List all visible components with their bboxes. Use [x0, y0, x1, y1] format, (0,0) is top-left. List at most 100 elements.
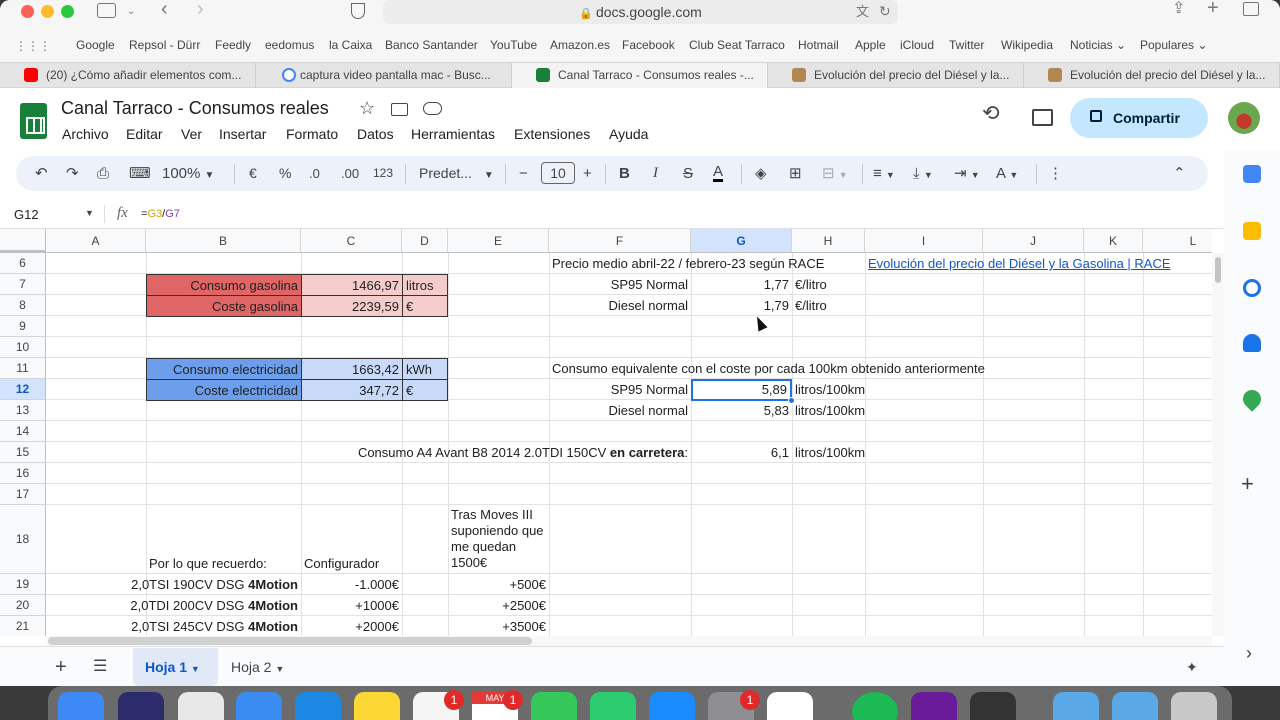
- safari-icon[interactable]: [295, 692, 341, 720]
- zoom-window-button[interactable]: [61, 5, 74, 18]
- bookmark-santander[interactable]: Banco Santander: [385, 38, 478, 52]
- cell-d8[interactable]: €: [402, 295, 448, 317]
- select-all-corner[interactable]: [0, 229, 46, 253]
- reload-icon[interactable]: ↻: [879, 3, 891, 19]
- cell-c8[interactable]: 2239,59: [301, 295, 403, 317]
- borders-icon[interactable]: ⊞: [789, 165, 802, 182]
- cell-e19[interactable]: +500€: [448, 574, 549, 595]
- redo-icon[interactable]: ↷: [66, 165, 79, 182]
- cell-b8[interactable]: Coste gasolina: [146, 295, 302, 317]
- cell-e20[interactable]: +2500€: [448, 595, 549, 616]
- cell-f11[interactable]: Consumo equivalente con el coste por cad…: [549, 358, 988, 379]
- contacts-icon[interactable]: [1243, 334, 1261, 352]
- cell-b12[interactable]: Coste electricidad: [146, 379, 302, 401]
- bookmark-noticias[interactable]: Noticias ⌄: [1070, 38, 1126, 52]
- col-header-k[interactable]: K: [1084, 229, 1143, 253]
- bookmark-apple[interactable]: Apple: [855, 38, 886, 52]
- tasks-icon[interactable]: [1243, 279, 1261, 297]
- grid-icon[interactable]: ⋮⋮⋮: [15, 38, 51, 54]
- menu-extensiones[interactable]: Extensiones: [514, 126, 590, 142]
- star-icon[interactable]: ☆: [359, 99, 375, 117]
- cell-b21[interactable]: 2,0TSI 245CV DSG 4Motion: [60, 616, 301, 636]
- row-header-16[interactable]: 16: [0, 463, 46, 484]
- tab-youtube[interactable]: (20) ¿Cómo añadir elementos com...: [0, 63, 256, 88]
- app-store-icon[interactable]: [649, 692, 695, 720]
- cell-c11[interactable]: 1663,42: [301, 358, 403, 380]
- row-header-21[interactable]: 21: [0, 616, 46, 636]
- cell-b18[interactable]: Por lo que recuerdo:: [146, 553, 270, 574]
- tab-race-2[interactable]: Evolución del precio del Diésel y la...: [1024, 63, 1280, 88]
- bookmark-google[interactable]: Google: [76, 38, 115, 52]
- mail-icon[interactable]: [236, 692, 282, 720]
- siri-icon[interactable]: [118, 692, 164, 720]
- sidebar-toggle-icon[interactable]: [97, 3, 116, 18]
- cell-e18[interactable]: Tras Moves III suponiendo que me quedan …: [448, 507, 549, 571]
- vertical-align-icon[interactable]: ⤓ ▼: [913, 165, 933, 184]
- sheets-logo-icon[interactable]: [20, 103, 47, 139]
- downloads-folder-icon[interactable]: [1053, 692, 1099, 720]
- keep-icon[interactable]: [1243, 222, 1261, 240]
- paint-format-icon[interactable]: ⌨: [129, 165, 151, 182]
- cell-b20[interactable]: 2,0TDI 200CV DSG 4Motion: [60, 595, 301, 616]
- bookmark-wikipedia[interactable]: Wikipedia: [1001, 38, 1053, 52]
- cell-d7[interactable]: litros: [402, 274, 448, 296]
- row-header-20[interactable]: 20: [0, 595, 46, 616]
- new-tab-icon[interactable]: +: [1207, 0, 1219, 18]
- menu-herramientas[interactable]: Herramientas: [411, 126, 495, 142]
- facetime-icon[interactable]: [590, 692, 636, 720]
- all-sheets-menu-icon[interactable]: ☰: [93, 648, 107, 686]
- bookmark-hotmail[interactable]: Hotmail: [798, 38, 839, 52]
- move-folder-icon[interactable]: [391, 103, 408, 116]
- merge-cells-icon[interactable]: ⊟ ▼: [822, 165, 848, 184]
- explore-icon[interactable]: ✦: [1186, 648, 1198, 686]
- cell-d11[interactable]: kWh: [402, 358, 448, 380]
- menu-ayuda[interactable]: Ayuda: [609, 126, 648, 142]
- bold-button[interactable]: B: [619, 165, 630, 182]
- cell-f13[interactable]: Diesel normal: [549, 400, 691, 421]
- cell-c18[interactable]: Configurador: [301, 553, 382, 574]
- avatar[interactable]: [1228, 102, 1260, 134]
- col-header-e[interactable]: E: [448, 229, 549, 253]
- vertical-scrollbar[interactable]: [1212, 253, 1224, 636]
- col-header-l[interactable]: L: [1143, 229, 1212, 253]
- name-box[interactable]: G12: [14, 207, 39, 222]
- menu-insertar[interactable]: Insertar: [219, 126, 266, 142]
- increase-font-size-button[interactable]: +: [583, 165, 592, 182]
- share-button[interactable]: Compartir: [1070, 98, 1208, 138]
- cell-d12[interactable]: €: [402, 379, 448, 401]
- cell-g13[interactable]: 5,83: [691, 400, 792, 421]
- cell-g8[interactable]: 1,79: [691, 295, 792, 316]
- bookmark-facebook[interactable]: Facebook: [622, 38, 675, 52]
- tab-race-1[interactable]: Evolución del precio del Diésel y la...: [768, 63, 1024, 88]
- row-header-13[interactable]: 13: [0, 400, 46, 421]
- cell-c20[interactable]: +1000€: [301, 595, 402, 616]
- menu-formato[interactable]: Formato: [286, 126, 338, 142]
- tab-sheets[interactable]: Canal Tarraco - Consumos reales -...: [512, 63, 768, 88]
- bookmark-feedly[interactable]: Feedly: [215, 38, 251, 52]
- cell-b19[interactable]: 2,0TSI 190CV DSG 4Motion: [60, 574, 301, 595]
- col-header-c[interactable]: C: [301, 229, 402, 253]
- calendar-icon[interactable]: [1243, 165, 1261, 183]
- menu-datos[interactable]: Datos: [357, 126, 394, 142]
- horizontal-scroll-thumb[interactable]: [48, 637, 532, 645]
- cell-h13[interactable]: litros/100km: [792, 400, 868, 421]
- currency-format-button[interactable]: €: [249, 165, 257, 182]
- row-header-19[interactable]: 19: [0, 574, 46, 595]
- menu-archivo[interactable]: Archivo: [62, 126, 109, 142]
- cell-g7[interactable]: 1,77: [691, 274, 792, 295]
- cell-b7[interactable]: Consumo gasolina: [146, 274, 302, 296]
- row-header-14[interactable]: 14: [0, 421, 46, 442]
- bookmark-twitter[interactable]: Twitter: [949, 38, 984, 52]
- row-header-18[interactable]: 18: [0, 505, 46, 574]
- photos-icon[interactable]: [767, 692, 813, 720]
- row-header-11[interactable]: 11: [0, 358, 46, 379]
- sheet-tab-hoja-1[interactable]: Hoja 1 ▼: [133, 648, 218, 686]
- row-header-12[interactable]: 12: [0, 379, 46, 400]
- font-select[interactable]: Predet... ▼: [419, 165, 494, 184]
- collapse-toolbar-icon[interactable]: ⌃: [1173, 165, 1186, 182]
- bookmark-eedomus[interactable]: eedomus: [265, 38, 314, 52]
- trash-icon[interactable]: [1171, 692, 1217, 720]
- text-wrapping-icon[interactable]: ⇥ ▼: [954, 165, 980, 184]
- undo-icon[interactable]: ↶: [35, 165, 48, 182]
- horizontal-align-icon[interactable]: ≡ ▼: [873, 165, 895, 184]
